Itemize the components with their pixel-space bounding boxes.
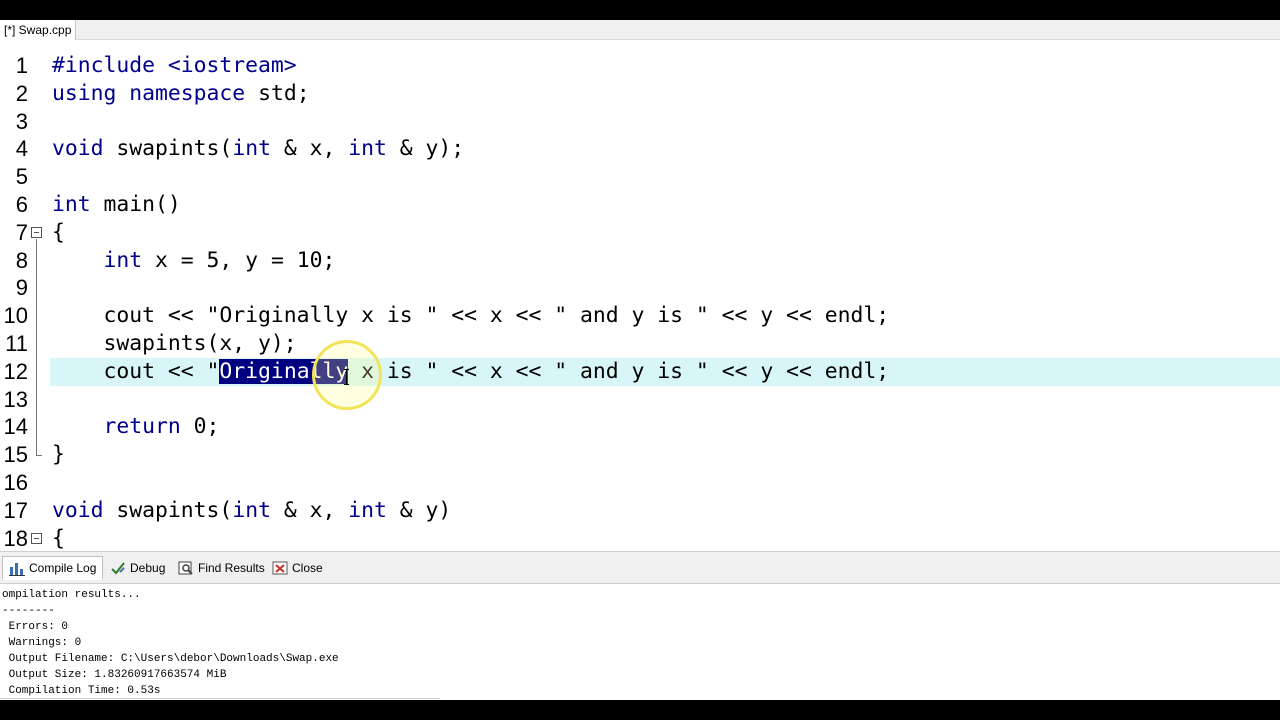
check-pencil-icon [110,560,126,576]
line-number: 15 [3,442,28,468]
code-line[interactable]: cout << "Originally x is " << x << " and… [52,358,889,386]
line-number: 14 [3,414,28,440]
line-number: 16 [3,470,28,495]
line-number: 10 [3,303,28,329]
bar-chart-icon [9,560,25,576]
ide-window: [*] Swap.cpp 1 #include <iostream> 2 using … [0,20,1280,700]
bottom-panel-tabs: Compile Log Debug Find Results Close [0,551,1280,584]
compile-log-output[interactable]: ompilation results... -------- Errors: 0… [0,584,1280,700]
code-line[interactable]: #include <iostream> [52,52,297,80]
divider [0,698,440,699]
line-number: 17 [3,497,28,523]
log-line: Warnings: 0 [2,637,82,649]
line-number: 7 [15,219,28,245]
close-icon [272,560,288,576]
code-line[interactable]: void swapints(int & x, int & y); [52,135,464,163]
find-icon [178,560,194,576]
fold-guide [36,238,37,456]
code-line[interactable]: { [52,219,65,247]
code-line[interactable]: } [52,441,65,469]
tab-find-results-label: Find Results [198,561,265,575]
tab-find-results[interactable]: Find Results [172,556,271,580]
fold-guide-end [36,455,42,457]
code-line[interactable]: return 0; [52,413,220,441]
code-line[interactable]: void swapints(int & x, int & y) [52,497,451,525]
code-line[interactable]: using namespace std; [52,80,310,108]
line-number: 2 [15,80,28,106]
line-number: 11 [5,331,28,356]
tab-close[interactable]: Close [266,556,329,580]
line-number: 4 [15,136,28,162]
line-number: 9 [15,275,28,301]
text-cursor-icon [344,369,349,385]
code-line[interactable]: int main() [52,191,181,219]
tab-debug-label: Debug [130,561,166,575]
log-line: ompilation results... [2,589,141,601]
log-line: Output Filename: C:\Users\debor\Download… [2,653,339,665]
line-number: 8 [15,247,28,273]
line-number: 6 [15,192,28,217]
fold-toggle-icon[interactable] [31,226,42,238]
log-line: Output Size: 1.83260917663574 MiB [2,669,227,681]
line-number: 3 [15,108,28,134]
tab-debug[interactable]: Debug [104,556,171,580]
log-line: Compilation Time: 0.53s [2,685,161,697]
file-tab-swap-cpp[interactable]: [*] Swap.cpp [0,20,77,40]
tab-compile-log-label: Compile Log [29,561,97,575]
tab-compile-log[interactable]: Compile Log [2,556,104,580]
file-tab-bar: [*] Swap.cpp [0,20,1280,40]
log-line: -------- [2,605,55,617]
line-number: 13 [3,386,28,412]
fold-toggle-icon[interactable] [31,532,42,544]
code-line[interactable]: swapints(x, y); [52,330,297,358]
code-line[interactable]: { [52,525,65,551]
line-number: 1 [15,53,28,78]
line-number: 5 [15,164,28,190]
code-editor[interactable]: 1 #include <iostream> 2 using namespace std… [0,40,1280,551]
code-line[interactable]: cout << "Originally x is " << x << " and… [52,302,890,330]
line-number: 12 [3,358,28,384]
code-line[interactable]: int x = 5, y = 10; [52,247,336,275]
tab-close-label: Close [292,561,323,575]
log-line: Errors: 0 [2,621,69,633]
line-number: 18 [3,525,28,551]
